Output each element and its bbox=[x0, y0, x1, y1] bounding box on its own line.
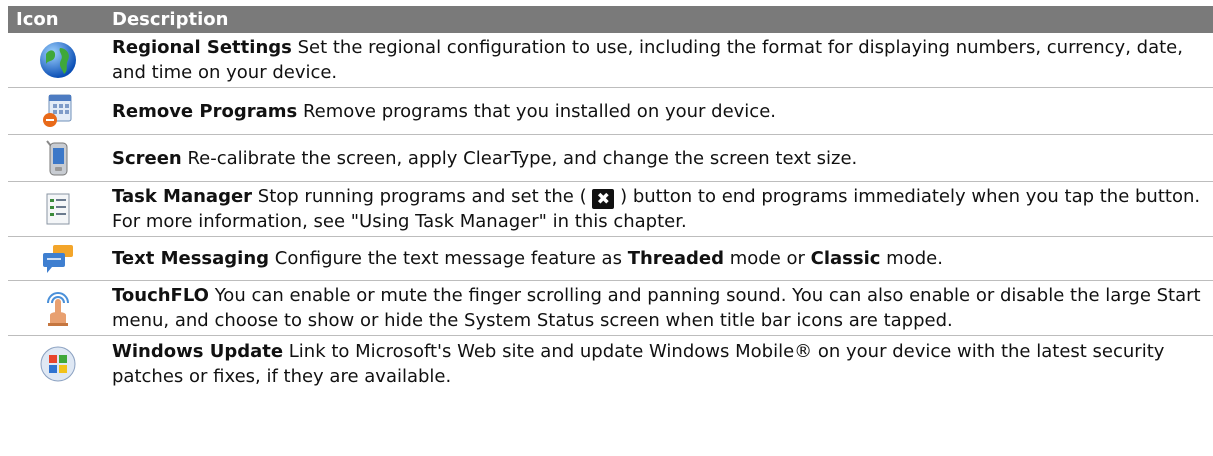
row-title: Task Manager bbox=[112, 186, 253, 207]
row-title: Remove Programs bbox=[112, 100, 298, 122]
header-icon-column: Icon bbox=[16, 9, 59, 30]
table-row: Screen Re-calibrate the screen, apply Cl… bbox=[8, 135, 1213, 182]
text-messaging-icon bbox=[8, 237, 108, 280]
table-row: Windows Update Link to Microsoft's Web s… bbox=[8, 336, 1213, 391]
header-description-column: Description bbox=[112, 9, 229, 30]
row-description: Remove Programs Remove programs that you… bbox=[112, 100, 776, 122]
row-description: Task Manager Stop running programs and s… bbox=[112, 186, 1201, 232]
table-header: Icon Description bbox=[8, 6, 1213, 33]
row-description: Text Messaging Configure the text messag… bbox=[112, 248, 943, 269]
row-description: Regional Settings Set the regional confi… bbox=[112, 37, 1183, 83]
row-title: Screen bbox=[112, 147, 182, 169]
row-description: Screen Re-calibrate the screen, apply Cl… bbox=[112, 147, 858, 169]
remove-programs-icon bbox=[8, 88, 108, 134]
table-row: Remove Programs Remove programs that you… bbox=[8, 88, 1213, 135]
row-title: Regional Settings bbox=[112, 37, 292, 58]
table-row: Regional Settings Set the regional confi… bbox=[8, 33, 1213, 88]
table-row: Task Manager Stop running programs and s… bbox=[8, 182, 1213, 237]
task-manager-icon bbox=[8, 182, 108, 236]
row-title: TouchFLO bbox=[112, 285, 209, 306]
row-description: Windows Update Link to Microsoft's Web s… bbox=[112, 340, 1165, 387]
windows-update-icon bbox=[8, 336, 108, 391]
screen-icon bbox=[8, 135, 108, 181]
table-row: Text Messaging Configure the text messag… bbox=[8, 237, 1213, 281]
touchflo-icon bbox=[8, 281, 108, 335]
row-title: Windows Update bbox=[112, 340, 284, 362]
settings-table: Icon Description Regional Settings Set t… bbox=[8, 6, 1213, 391]
row-description: TouchFLO You can enable or mute the fing… bbox=[112, 285, 1201, 331]
table-row: TouchFLO You can enable or mute the fing… bbox=[8, 281, 1213, 336]
close-x-icon: ✖ bbox=[592, 188, 615, 209]
globe-icon bbox=[8, 33, 108, 87]
row-title: Text Messaging bbox=[112, 248, 270, 269]
